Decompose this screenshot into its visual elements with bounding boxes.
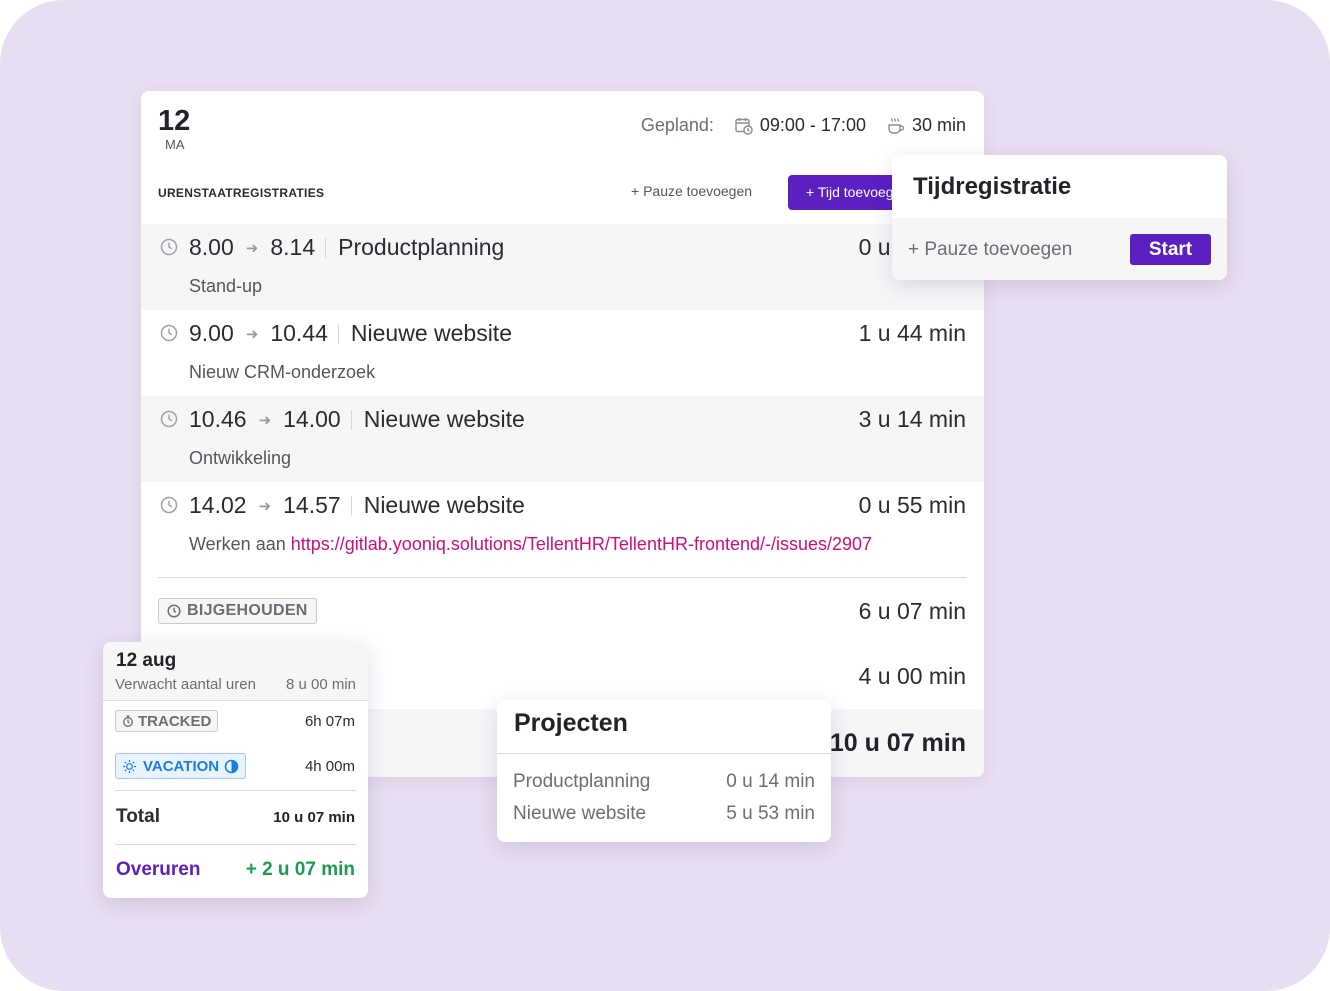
tracked-label: TRACKED <box>138 712 212 730</box>
vacation-label: VACATION <box>143 757 220 775</box>
entry-description: Ontwikkeling <box>189 448 292 468</box>
arrow-right-icon: ➜ <box>258 411 272 429</box>
start-button[interactable]: Start <box>1130 234 1211 265</box>
popup-actions: + Pauze toevoegen Start <box>892 218 1227 280</box>
entry-times: 14.02 ➜ 14.57 Nieuwe website <box>189 492 525 519</box>
vacation-value: 4h 00m <box>304 758 355 775</box>
clock-icon <box>160 410 178 428</box>
expected-hours: Verwacht aantal uren 8 u 00 min <box>115 676 356 693</box>
tracked-total: 6 u 07 min <box>858 598 966 624</box>
overtime-value: + 2 u 07 min <box>245 859 355 880</box>
summary-date: 12 aug <box>116 650 177 671</box>
add-pause-link[interactable]: + Pauze toevoegen <box>631 183 752 199</box>
planned-break: 30 min <box>911 115 966 135</box>
entry-start: 10.46 <box>189 406 247 432</box>
entry-times: 9.00 ➜ 10.44 Nieuwe website <box>189 320 512 347</box>
project-duration: 5 u 53 min <box>726 803 815 824</box>
entry-duration: 3 u 14 min <box>858 406 966 432</box>
day-number: 12 <box>158 105 191 137</box>
project-row: Productplanning 0 u 14 min <box>513 771 815 793</box>
sun-icon <box>122 759 137 774</box>
day-weekday: MA <box>165 137 185 152</box>
section-title: URENSTAATREGISTRATIES <box>158 186 325 200</box>
entry-start: 14.02 <box>189 492 247 518</box>
vacation-badge: VACATION <box>115 753 247 779</box>
project-row: Nieuwe website 5 u 53 min <box>513 803 815 825</box>
entry-project: Nieuwe website <box>363 406 525 432</box>
tracked-badge: TRACKED <box>115 710 219 732</box>
half-day-icon <box>224 759 239 774</box>
add-pause-link[interactable]: + Pauze toevoegen <box>908 239 1072 261</box>
arrow-right-icon: ➜ <box>245 239 259 257</box>
time-registration-popup: Tijdregistratie + Pauze toevoegen Start <box>892 155 1227 280</box>
clock-icon <box>160 324 178 342</box>
entry-end: 10.44 <box>270 320 328 346</box>
clock-icon <box>160 238 178 256</box>
entry-duration: 0 u 55 min <box>858 492 966 518</box>
entry-project: Nieuwe website <box>350 320 512 346</box>
popup-title: Tijdregistratie <box>913 173 1072 200</box>
project-duration: 0 u 14 min <box>726 771 815 792</box>
entry-end: 8.14 <box>270 234 316 260</box>
entry-description-text: Werken aan <box>189 534 286 554</box>
entry-project: Nieuwe website <box>363 492 525 518</box>
entry-times: 8.00 ➜ 8.14 Productplanning <box>189 234 504 261</box>
project-name: Nieuwe website <box>513 803 647 824</box>
time-entry[interactable]: 8.00 ➜ 8.14 Productplanning 0 u 14 min S… <box>141 224 984 310</box>
entry-description: Stand-up <box>189 276 263 296</box>
tracked-badge: BIJGEHOUDEN <box>158 598 317 624</box>
clock-icon <box>167 604 181 618</box>
total-value: 10 u 07 min <box>273 809 355 826</box>
entry-end: 14.57 <box>283 492 341 518</box>
project-name: Productplanning <box>513 771 651 792</box>
total-label: Total <box>116 806 160 827</box>
stopwatch-icon <box>122 715 134 727</box>
issue-link[interactable]: https://gitlab.yooniq.solutions/TellentH… <box>291 534 872 554</box>
planned-hours: 09:00 - 17:00 <box>759 115 866 135</box>
entry-description: Werken aan https://gitlab.yooniq.solutio… <box>189 534 872 555</box>
time-entry[interactable]: 14.02 ➜ 14.57 Nieuwe website 0 u 55 min … <box>141 482 984 568</box>
overtime-label: Overuren <box>116 859 201 880</box>
arrow-right-icon: ➜ <box>245 325 259 343</box>
projects-title: Projecten <box>514 709 628 737</box>
calendar-clock-icon <box>734 116 754 136</box>
tracked-value: 6h 07m <box>304 713 355 730</box>
arrow-right-icon: ➜ <box>258 497 272 515</box>
entry-duration: 1 u 44 min <box>858 320 966 346</box>
day-summary-popup: 12 aug Verwacht aantal uren 8 u 00 min T… <box>103 642 368 898</box>
divider <box>158 577 967 578</box>
projects-popup: Projecten Productplanning 0 u 14 min Nie… <box>497 700 831 842</box>
entry-start: 9.00 <box>189 320 234 346</box>
tracked-badge-label: BIJGEHOUDEN <box>187 602 308 619</box>
time-entry[interactable]: 9.00 ➜ 10.44 Nieuwe website 1 u 44 min N… <box>141 310 984 396</box>
entry-description: Nieuw CRM-onderzoek <box>189 362 376 382</box>
planned-label: Gepland: <box>640 115 714 135</box>
expected-label: Verwacht aantal uren <box>115 676 256 693</box>
coffee-cup-icon <box>886 116 906 136</box>
time-entry[interactable]: 10.46 ➜ 14.00 Nieuwe website 3 u 14 min … <box>141 396 984 482</box>
clock-icon <box>160 496 178 514</box>
entry-end: 14.00 <box>283 406 341 432</box>
grand-total: 10 u 07 min <box>829 729 966 757</box>
expected-value: 8 u 00 min <box>285 676 356 693</box>
entry-start: 8.00 <box>189 234 234 260</box>
second-total: 4 u 00 min <box>858 663 966 689</box>
entry-project: Productplanning <box>338 234 505 260</box>
planned-schedule: Gepland: 09:00 - 17:00 30 min <box>641 115 966 136</box>
entry-times: 10.46 ➜ 14.00 Nieuwe website <box>189 406 525 433</box>
